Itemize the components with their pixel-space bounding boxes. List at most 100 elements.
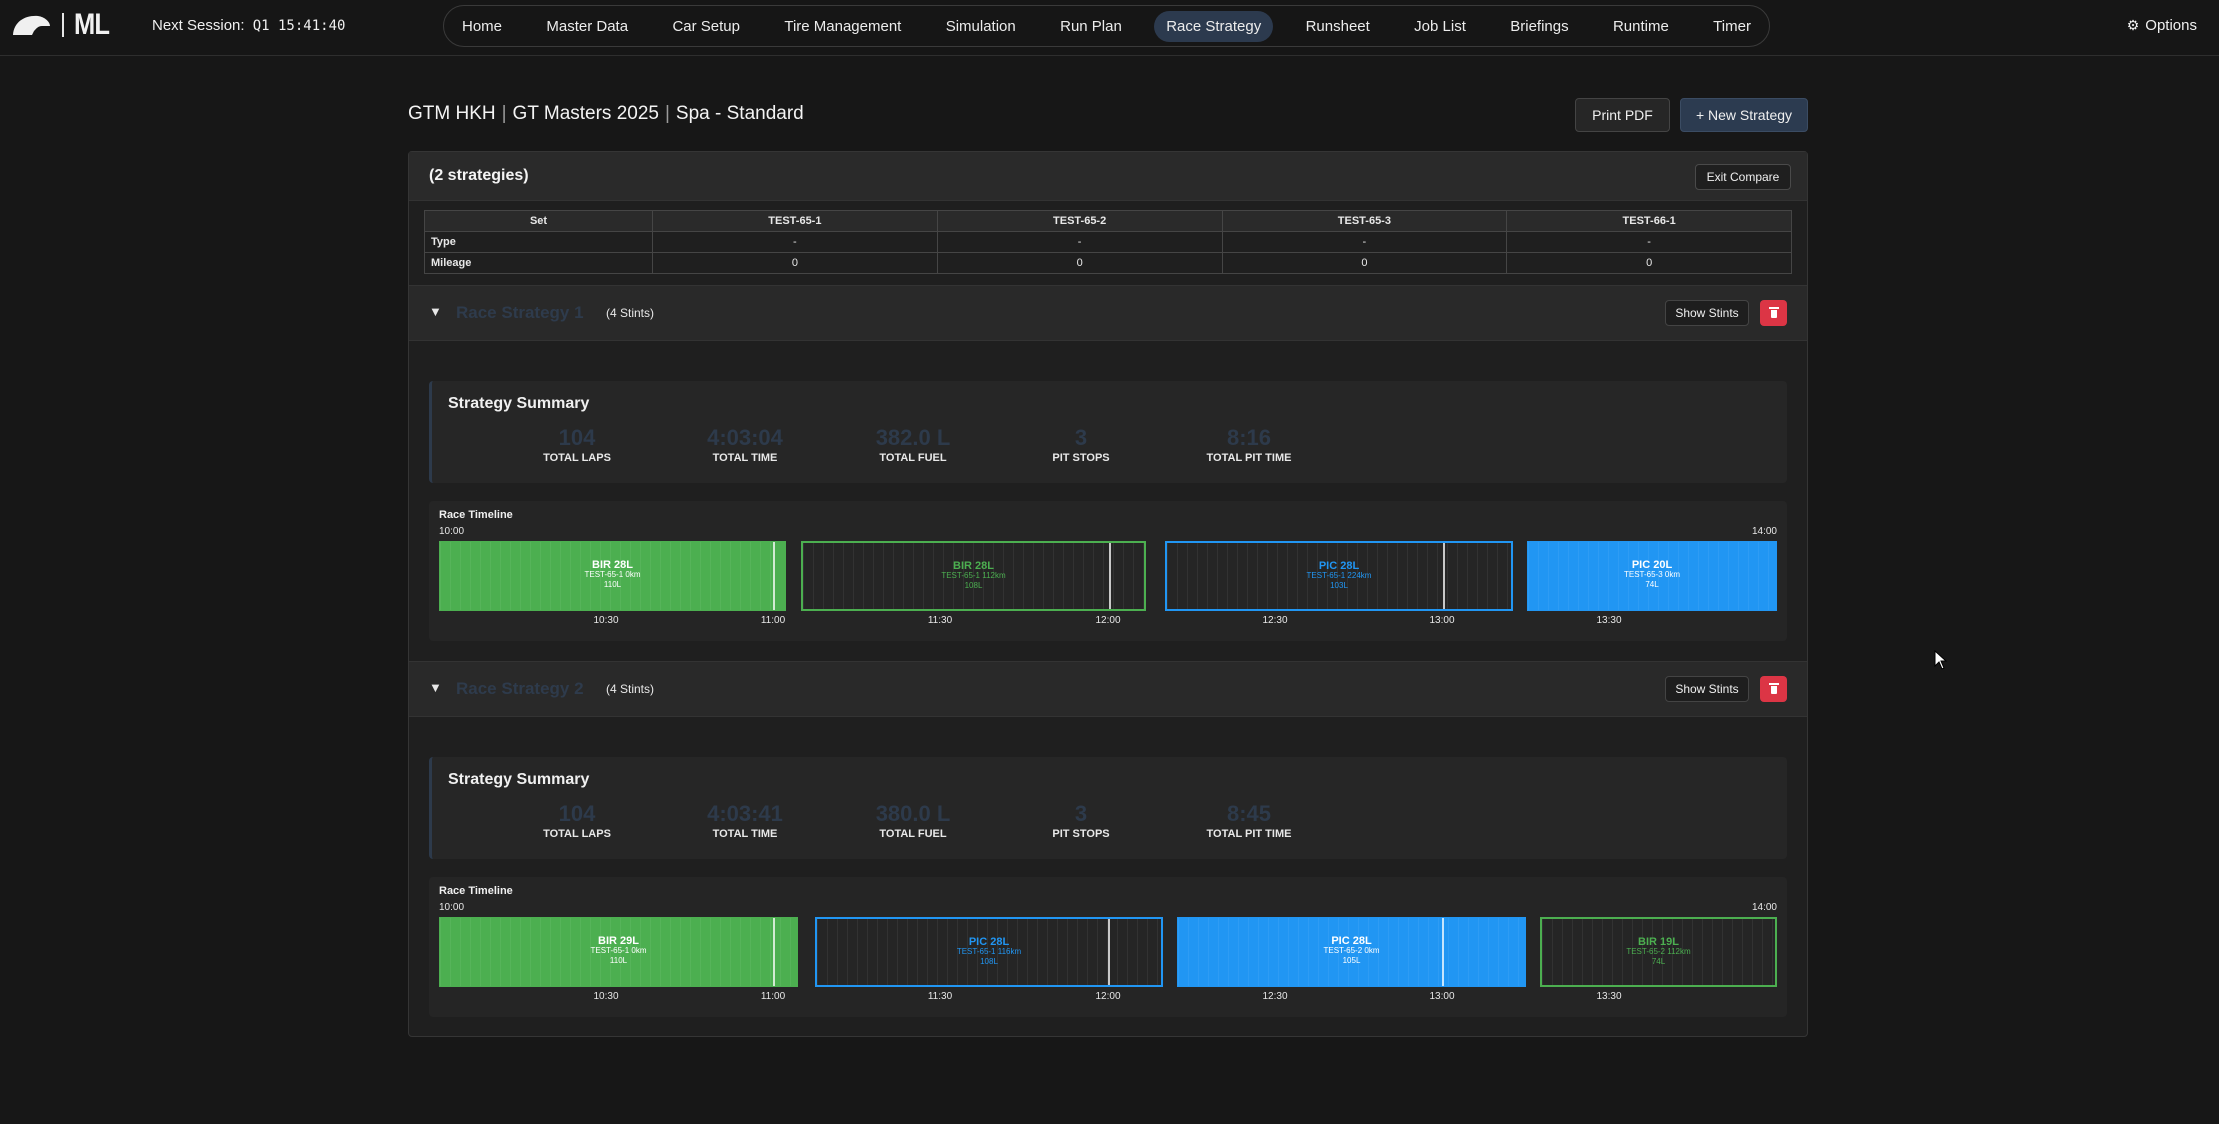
tick-label: 13:30	[1596, 991, 1622, 1002]
timeline-end: 14:00	[1751, 902, 1777, 913]
metric-total-time: 4:03:41 TOTAL TIME	[675, 803, 815, 841]
nav-runtime[interactable]: Runtime	[1601, 11, 1681, 42]
strategy-name[interactable]: Race Strategy 1	[456, 303, 584, 323]
metric-total-time: 4:03:04 TOTAL TIME	[675, 427, 815, 465]
timeline-title: Race Timeline	[439, 509, 513, 521]
stint-block[interactable]: BIR 28L TEST-65-1 112km 108L	[801, 541, 1146, 611]
stint-block[interactable]: PIC 28L TEST-65-1 224km 103L	[1165, 541, 1513, 611]
delete-strategy-button[interactable]	[1760, 300, 1787, 326]
nav-master-data[interactable]: Master Data	[534, 11, 640, 42]
strategy-summary: Strategy Summary 104 TOTAL LAPS 4:03:41 TO…	[429, 757, 1787, 859]
strategy-header: ▼ Race Strategy 1 (4 Stints) Show Stints	[409, 285, 1807, 341]
strategy-section: ▼ Race Strategy 2 (4 Stints) Show Stints…	[409, 661, 1807, 1037]
delete-strategy-button[interactable]	[1760, 676, 1787, 702]
stint-label: PIC 20L TEST-65-3 0km 74L	[1528, 560, 1776, 590]
nav-run-plan[interactable]: Run Plan	[1048, 11, 1134, 42]
stint-count: (4 Stints)	[606, 306, 655, 320]
table-header: TEST-65-1	[652, 210, 938, 232]
exit-compare-button[interactable]: Exit Compare	[1695, 164, 1791, 190]
summary-title: Strategy Summary	[448, 395, 590, 412]
stint-title: PIC 20L	[1631, 559, 1673, 571]
show-stints-button[interactable]: Show Stints	[1665, 300, 1749, 326]
crumb-series: GT Masters 2025	[512, 103, 659, 124]
stint-block[interactable]: PIC 28L TEST-65-1 116km 108L	[815, 917, 1163, 987]
stint-fuel: 74L	[1645, 580, 1659, 589]
crumb-team: GTM HKH	[408, 103, 496, 124]
nav-race-strategy[interactable]: Race Strategy	[1154, 10, 1274, 42]
stint-block[interactable]: BIR 19L TEST-65-2 112km 74L	[1540, 917, 1777, 987]
stint-block[interactable]: PIC 28L TEST-65-2 0km 105L	[1177, 917, 1526, 987]
collapse-caret-icon[interactable]: ▼	[429, 304, 442, 319]
print-pdf-button[interactable]: Print PDF	[1575, 98, 1670, 132]
nav-home[interactable]: Home	[450, 11, 514, 42]
strategy-section: ▼ Race Strategy 1 (4 Stints) Show Stints…	[409, 285, 1807, 661]
stint-label: PIC 28L TEST-65-1 116km 108L	[817, 937, 1161, 967]
tick-label: 11:30	[927, 615, 953, 626]
collapse-caret-icon[interactable]: ▼	[429, 680, 442, 695]
stint-label: PIC 28L TEST-65-1 224km 103L	[1167, 561, 1511, 591]
metric-label: PIT STOPS	[1052, 452, 1110, 464]
gear-icon: ⚙	[2126, 17, 2140, 33]
table-cell: -	[936, 231, 1223, 253]
tick-label: 13:30	[1596, 615, 1622, 626]
tick-label: 13:00	[1429, 991, 1455, 1002]
options-label: Options	[2145, 17, 2197, 34]
stint-set: TEST-65-1 224km	[1306, 571, 1372, 580]
nav-timer[interactable]: Timer	[1701, 11, 1763, 42]
metric-total-fuel: 382.0 L TOTAL FUEL	[843, 427, 983, 465]
metric-label: TOTAL TIME	[712, 828, 778, 840]
new-strategy-button[interactable]: + New Strategy	[1680, 98, 1808, 132]
stint-title: BIR 29L	[598, 935, 639, 947]
metric-value: 8:45	[1226, 801, 1272, 826]
timeline-start: 10:00	[439, 902, 465, 913]
nav-runsheet[interactable]: Runsheet	[1294, 11, 1382, 42]
show-stints-button[interactable]: Show Stints	[1665, 676, 1749, 702]
stint-block[interactable]: PIC 20L TEST-65-3 0km 74L	[1527, 541, 1777, 611]
stint-set: TEST-65-2 112km	[1626, 947, 1691, 956]
stint-set: TEST-65-2 0km	[1323, 946, 1380, 955]
metric-pit-stops: 3 PIT STOPS	[1011, 425, 1151, 465]
race-timeline: Race Timeline 10:00 14:00 BIR 29L TEST-6…	[429, 877, 1787, 1017]
strategy-name[interactable]: Race Strategy 2	[456, 679, 584, 699]
metric-value: 104	[558, 425, 596, 450]
logo-divider	[62, 13, 64, 37]
metric-value: 3	[1074, 425, 1088, 450]
stint-block[interactable]: BIR 29L TEST-65-1 0km 110L	[439, 917, 798, 987]
nav-tire-management[interactable]: Tire Management	[772, 11, 913, 42]
metric-total-fuel: 380.0 L TOTAL FUEL	[843, 803, 983, 841]
nav-simulation[interactable]: Simulation	[934, 11, 1028, 42]
stint-fuel: 108L	[964, 581, 983, 590]
stint-label: BIR 28L TEST-65-1 112km 108L	[803, 561, 1144, 591]
stint-block[interactable]: BIR 28L TEST-65-1 0km 110L	[439, 541, 786, 611]
metric-value: 104	[558, 801, 596, 826]
metric-value: 8:16	[1226, 425, 1272, 450]
nav-job-list[interactable]: Job List	[1402, 11, 1478, 42]
metric-value: 3	[1074, 801, 1088, 826]
table-cell: -	[1506, 231, 1792, 253]
metric-label: TOTAL TIME	[712, 452, 778, 464]
stint-fuel: 110L	[603, 580, 622, 589]
tick-label: 13:00	[1429, 615, 1455, 626]
table-cell: 0	[652, 252, 938, 274]
stint-title: PIC 28L	[1331, 935, 1372, 947]
options-button[interactable]: ⚙ Options	[2127, 17, 2197, 34]
compare-title: (2 strategies)	[429, 167, 529, 184]
table-cell: 0	[1221, 252, 1508, 274]
stint-count: (4 Stints)	[606, 682, 655, 696]
table-row: Type - - - -	[424, 231, 1792, 253]
metric-total-laps: 104 TOTAL LAPS	[507, 425, 647, 465]
stint-title: PIC 28L	[968, 936, 1010, 948]
table-header: TEST-66-1	[1506, 210, 1792, 232]
tick-label: 10:30	[593, 615, 619, 626]
table-header: TEST-65-3	[1221, 210, 1508, 232]
app-logo[interactable]: ML	[12, 8, 115, 41]
nav-briefings[interactable]: Briefings	[1498, 11, 1580, 42]
helmet-logo-icon	[13, 15, 50, 35]
metric-pit-stops: 3 PIT STOPS	[1011, 801, 1151, 841]
metric-label: TOTAL FUEL	[879, 452, 947, 464]
nav-car-setup[interactable]: Car Setup	[660, 11, 752, 42]
tire-sets-table: Set TEST-65-1 TEST-65-2 TEST-65-3 TEST-6…	[424, 210, 1792, 274]
summary-title: Strategy Summary	[448, 771, 590, 788]
page-header: GTM HKH | GT Masters 2025 | Spa - Standard P…	[408, 98, 1808, 134]
race-timeline: Race Timeline 10:00 14:00 BIR 28L TEST-6…	[429, 501, 1787, 641]
